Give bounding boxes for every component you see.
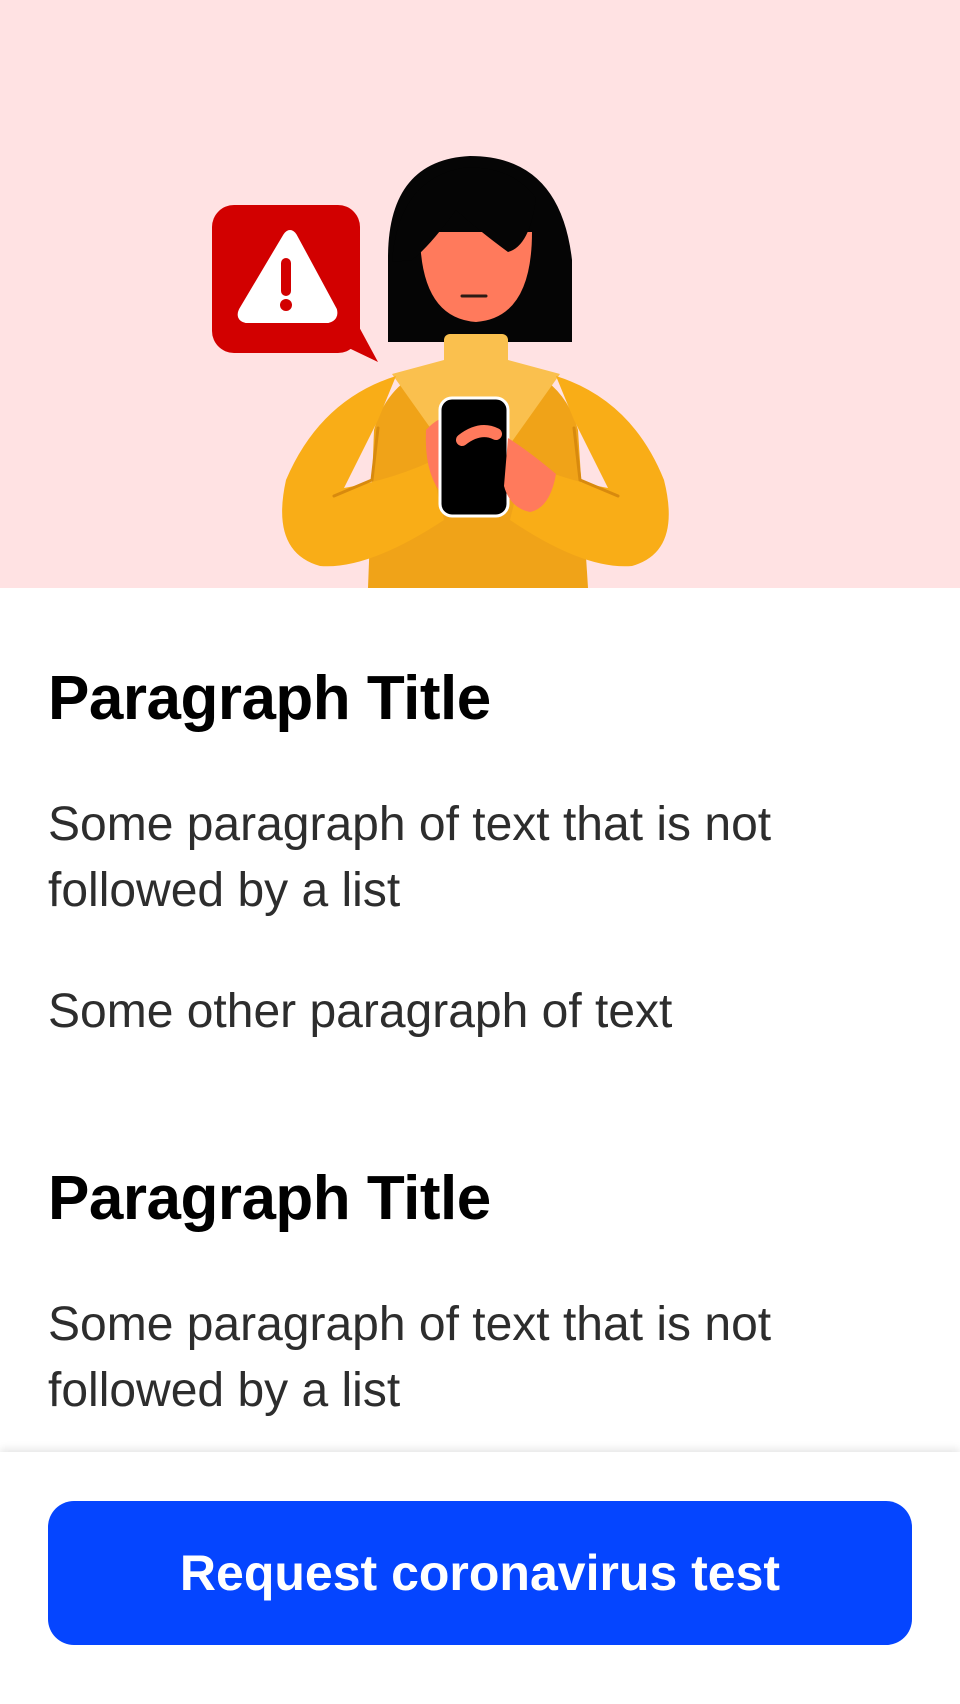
main-content: Paragraph Title Some paragraph of text t… xyxy=(48,588,912,1424)
footer-bar: Request coronavirus test xyxy=(0,1452,960,1704)
paragraph-title: Paragraph Title xyxy=(48,664,491,733)
alert-bubble-icon xyxy=(212,205,378,362)
paragraph-text: Some paragraph of text that is not follo… xyxy=(48,1298,772,1417)
hero-banner xyxy=(0,0,960,588)
paragraph-title: Paragraph Title xyxy=(48,1164,491,1233)
paragraph-text: Some other paragraph of text xyxy=(48,985,673,1038)
woman-phone-illustration xyxy=(212,156,669,588)
request-test-button[interactable]: Request coronavirus test xyxy=(48,1501,912,1645)
paragraph-text: Some paragraph of text that is not follo… xyxy=(48,798,772,917)
